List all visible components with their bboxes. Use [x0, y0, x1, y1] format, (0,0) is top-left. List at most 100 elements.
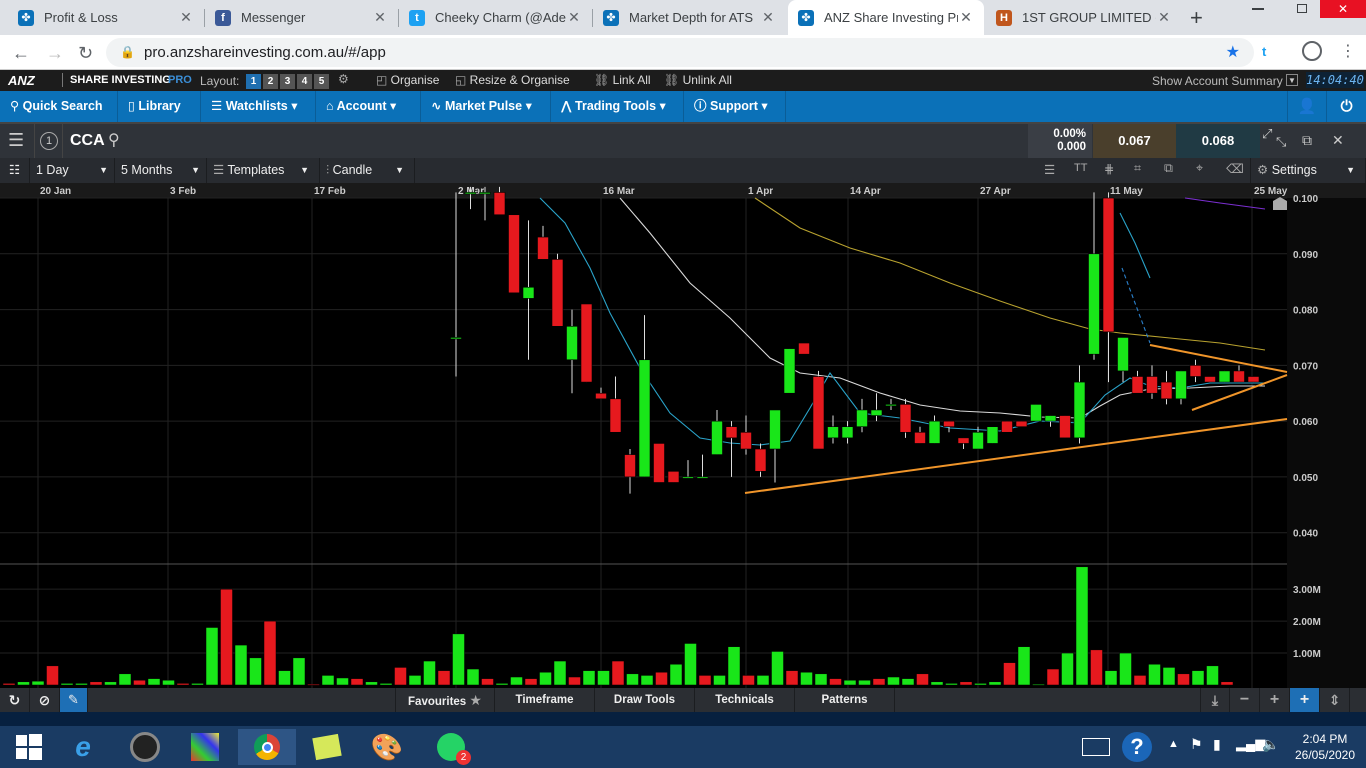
fit-icon[interactable]: ⤓: [1200, 688, 1230, 712]
layout-5-button[interactable]: 5: [314, 74, 329, 89]
chrome-icon[interactable]: [238, 729, 296, 765]
unlink-all-button[interactable]: ⛓ Unlink All: [664, 73, 732, 87]
symbol-field[interactable]: CCA: [70, 132, 105, 150]
templates-dropdown[interactable]: ☰ Templates ▼: [207, 158, 320, 183]
resize-vertical-icon[interactable]: ⇕: [1320, 688, 1350, 712]
signal-icon[interactable]: ▂▄▆: [1236, 736, 1265, 752]
battery-icon[interactable]: ▮: [1213, 736, 1221, 753]
refresh-icon[interactable]: ↻: [0, 688, 30, 712]
windows-start-icon[interactable]: [0, 729, 58, 765]
browser-tab-messenger[interactable]: f Messenger ✕: [205, 0, 398, 35]
browser-menu-icon[interactable]: ⋮: [1340, 41, 1356, 61]
menu-library[interactable]: ▯ Library: [118, 91, 201, 122]
text-size-icon[interactable]: TT: [1074, 162, 1087, 174]
patterns-tab[interactable]: Patterns: [795, 688, 895, 712]
system-clock[interactable]: 2:04 PM 26/05/2020: [1290, 731, 1360, 763]
back-arrow-icon[interactable]: ←: [12, 43, 30, 64]
expand-icon[interactable]: ⤢: [1262, 126, 1272, 142]
close-widget-icon[interactable]: ✕: [1332, 132, 1344, 149]
browser-tab-market-depth[interactable]: ✤ Market Depth for ATS ✕: [593, 0, 786, 35]
flag-icon[interactable]: ⚑: [1190, 736, 1203, 753]
settings-dropdown[interactable]: ⚙ Settings ▼: [1250, 158, 1366, 183]
url-field[interactable]: 🔒 pro.anzshareinvesting.com.au/#/app ★: [106, 38, 1254, 67]
timeframe-tab[interactable]: Timeframe: [495, 688, 595, 712]
crosshair-grid-icon[interactable]: ⌗: [1134, 161, 1141, 176]
layout-4-button[interactable]: 4: [297, 74, 312, 89]
window-close-button[interactable]: ✕: [1320, 0, 1366, 18]
color-app-icon[interactable]: [176, 729, 234, 765]
popout-icon[interactable]: ⧉: [1302, 132, 1312, 149]
volume-bar: [640, 675, 654, 686]
bid-price[interactable]: 0.067: [1093, 124, 1176, 158]
pencil-icon[interactable]: ✎: [60, 688, 88, 712]
zoom-in-icon[interactable]: +: [1260, 688, 1290, 712]
menu-market-pulse[interactable]: ∿ Market Pulse ▾: [421, 91, 551, 122]
forward-arrow-icon[interactable]: →: [46, 43, 64, 64]
close-tab-icon[interactable]: ✕: [566, 9, 582, 26]
favourites-tab[interactable]: Favourites ★: [395, 688, 495, 712]
link-group-badge[interactable]: 1: [40, 132, 58, 150]
user-icon[interactable]: 👤: [1287, 91, 1326, 122]
layout-3-button[interactable]: 3: [280, 74, 295, 89]
restore-icon[interactable]: [1297, 4, 1307, 13]
whatsapp-icon[interactable]: 2: [422, 729, 480, 765]
close-tab-icon[interactable]: ✕: [760, 9, 776, 26]
new-tab-button[interactable]: +: [1190, 5, 1203, 31]
browser-tab-twitter[interactable]: t Cheeky Charm (@AdemC ✕: [399, 0, 592, 35]
paint-icon[interactable]: 🎨: [358, 729, 416, 765]
search-icon[interactable]: ⚲: [108, 130, 120, 150]
sticky-notes-icon[interactable]: [298, 729, 356, 765]
link-all-button[interactable]: ⛓ Link All: [594, 73, 651, 87]
grid-icon[interactable]: ⋕: [1104, 161, 1114, 176]
x-tick-label: 27 Apr: [980, 186, 1011, 197]
internet-explorer-icon[interactable]: e: [54, 729, 112, 765]
layout-1-button[interactable]: 1: [246, 74, 261, 89]
logout-power-icon[interactable]: ⏻: [1326, 91, 1366, 122]
crosshair-toggle-icon[interactable]: +: [1290, 688, 1320, 712]
chart-menu-icon[interactable]: ☷: [0, 158, 30, 183]
chevron-down-icon[interactable]: ▼: [1286, 74, 1298, 86]
crosshair-icon[interactable]: ⌖: [1196, 161, 1203, 176]
shrink-icon[interactable]: ⤡: [1276, 134, 1286, 150]
browser-tab-anz-active[interactable]: ✤ ANZ Share Investing Pro ✕: [788, 0, 984, 35]
legend-icon[interactable]: ☰: [1044, 162, 1055, 177]
zoom-out-icon[interactable]: −: [1230, 688, 1260, 712]
ask-price[interactable]: 0.068: [1176, 124, 1260, 158]
close-tab-icon[interactable]: ✕: [372, 9, 388, 26]
layout-settings-icon[interactable]: ⚙: [338, 72, 349, 86]
layout-2-button[interactable]: 2: [263, 74, 278, 89]
keyboard-icon[interactable]: [1082, 738, 1110, 756]
close-tab-icon[interactable]: ✕: [958, 9, 974, 26]
price-volume-chart[interactable]: 20 Jan 3 Feb 17 Feb 2 Mar 16 Mar 1 Apr 14 Apr 2…: [0, 183, 1366, 688]
chart-style-dropdown[interactable]: ⫶ Candle ▼: [320, 158, 415, 183]
menu-trading-tools[interactable]: ⋀ Trading Tools ▾: [551, 91, 684, 122]
close-tab-icon[interactable]: ✕: [178, 9, 194, 26]
interval-dropdown[interactable]: 1 Day ▼: [30, 158, 115, 183]
resize-organise-button[interactable]: ◱ Resize & Organise: [455, 73, 570, 87]
organise-button[interactable]: ◰ Organise: [376, 73, 439, 87]
layers-icon[interactable]: ⧉: [1164, 161, 1173, 176]
menu-watchlists[interactable]: ☰ Watchlists ▾: [201, 91, 316, 122]
range-dropdown[interactable]: 5 Months ▼: [115, 158, 207, 183]
close-tab-icon[interactable]: ✕: [1156, 9, 1172, 26]
draw-tools-tab[interactable]: Draw Tools: [595, 688, 695, 712]
menu-account[interactable]: ⌂ Account ▾: [316, 91, 421, 122]
reload-icon[interactable]: ↻: [78, 43, 93, 64]
twitter-extension-icon[interactable]: t: [1262, 44, 1266, 59]
bookmark-star-icon[interactable]: ★: [1226, 38, 1240, 67]
profile-avatar-icon[interactable]: [1302, 41, 1322, 61]
webcam-app-icon[interactable]: [116, 729, 174, 765]
browser-tab-profit-loss[interactable]: ✤ Profit & Loss ✕: [8, 0, 204, 35]
minimize-icon[interactable]: [1252, 8, 1264, 10]
speaker-icon[interactable]: 🔈: [1262, 736, 1279, 753]
eraser-icon[interactable]: ⌫: [1226, 161, 1244, 176]
cancel-icon[interactable]: ⊘: [30, 688, 60, 712]
browser-tab-1st-group[interactable]: H 1ST GROUP LIMITED (AS ✕: [986, 0, 1182, 35]
technicals-tab[interactable]: Technicals: [695, 688, 795, 712]
hamburger-menu-icon[interactable]: ☰: [8, 130, 24, 151]
help-question-icon[interactable]: ?: [1122, 732, 1152, 762]
menu-support[interactable]: ⓘ Support ▾: [684, 91, 786, 122]
tray-chevron-icon[interactable]: ▲: [1168, 738, 1179, 750]
account-summary-toggle[interactable]: Show Account Summary: [1152, 74, 1283, 88]
menu-quick-search[interactable]: ⚲ Quick Search: [0, 91, 118, 122]
